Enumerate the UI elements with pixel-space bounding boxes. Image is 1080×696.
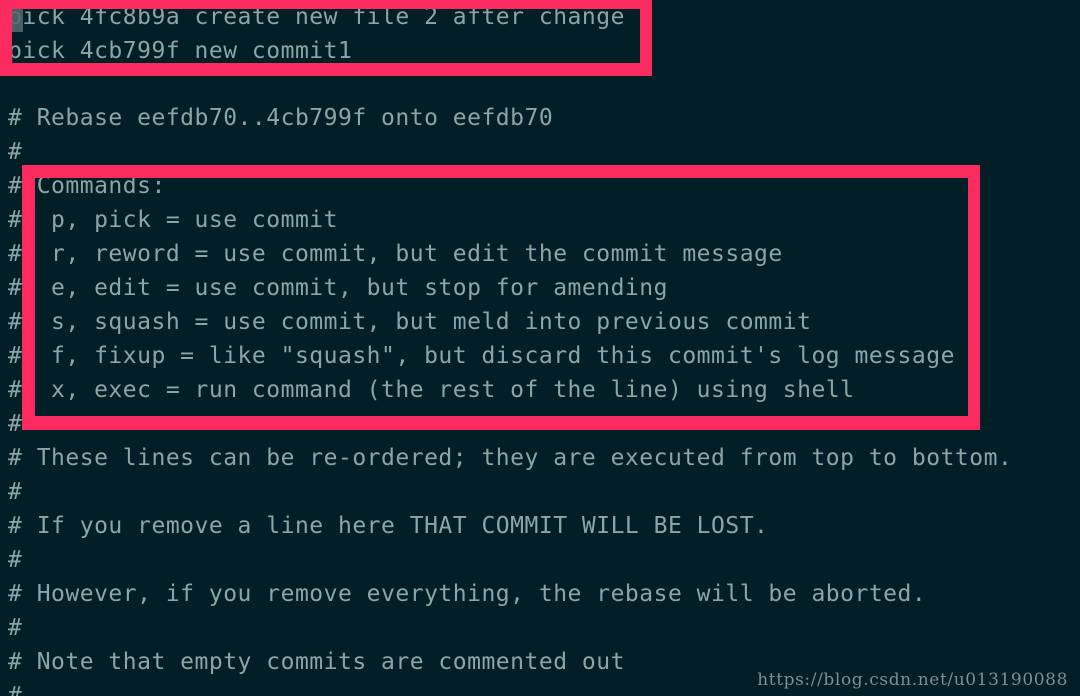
editor-line-5[interactable]: # xyxy=(8,135,22,169)
editor-line-17[interactable]: # xyxy=(8,543,22,577)
editor-line-13[interactable]: # xyxy=(8,407,22,441)
editor-line-14[interactable]: # These lines can be re-ordered; they ar… xyxy=(8,441,1012,475)
editor-line-18[interactable]: # However, if you remove everything, the… xyxy=(8,577,926,611)
editor-line-19[interactable]: # xyxy=(8,611,22,645)
text-cursor xyxy=(8,4,23,32)
watermark-url: https://blog.csdn.net/u013190088 xyxy=(757,670,1068,690)
editor-line-21[interactable]: # xyxy=(8,679,22,696)
editor-line-9[interactable]: # e, edit = use commit, but stop for ame… xyxy=(8,271,668,305)
editor-line-7[interactable]: # p, pick = use commit xyxy=(8,203,338,237)
editor-line-4[interactable]: # Rebase eefdb70..4cb799f onto eefdb70 xyxy=(8,101,553,135)
editor-line-20[interactable]: # Note that empty commits are commented … xyxy=(8,645,625,679)
editor-line-10[interactable]: # s, squash = use commit, but meld into … xyxy=(8,305,811,339)
editor-line-16[interactable]: # If you remove a line here THAT COMMIT … xyxy=(8,509,768,543)
editor-line-2[interactable]: pick 4cb799f new commit1 xyxy=(8,34,352,68)
editor-line-12[interactable]: # x, exec = run command (the rest of the… xyxy=(8,373,854,407)
editor-line-11[interactable]: # f, fixup = like "squash", but discard … xyxy=(8,339,955,373)
editor-line-15[interactable]: # xyxy=(8,475,22,509)
editor-line-8[interactable]: # r, reword = use commit, but edit the c… xyxy=(8,237,783,271)
editor-line-6[interactable]: # Commands: xyxy=(8,169,166,203)
terminal-screen: pick 4fc8b9a create new file 2 after cha… xyxy=(0,0,1080,696)
rebase-todo-editor[interactable]: pick 4fc8b9a create new file 2 after cha… xyxy=(0,0,1080,696)
editor-line-1[interactable]: pick 4fc8b9a create new file 2 after cha… xyxy=(8,0,625,34)
